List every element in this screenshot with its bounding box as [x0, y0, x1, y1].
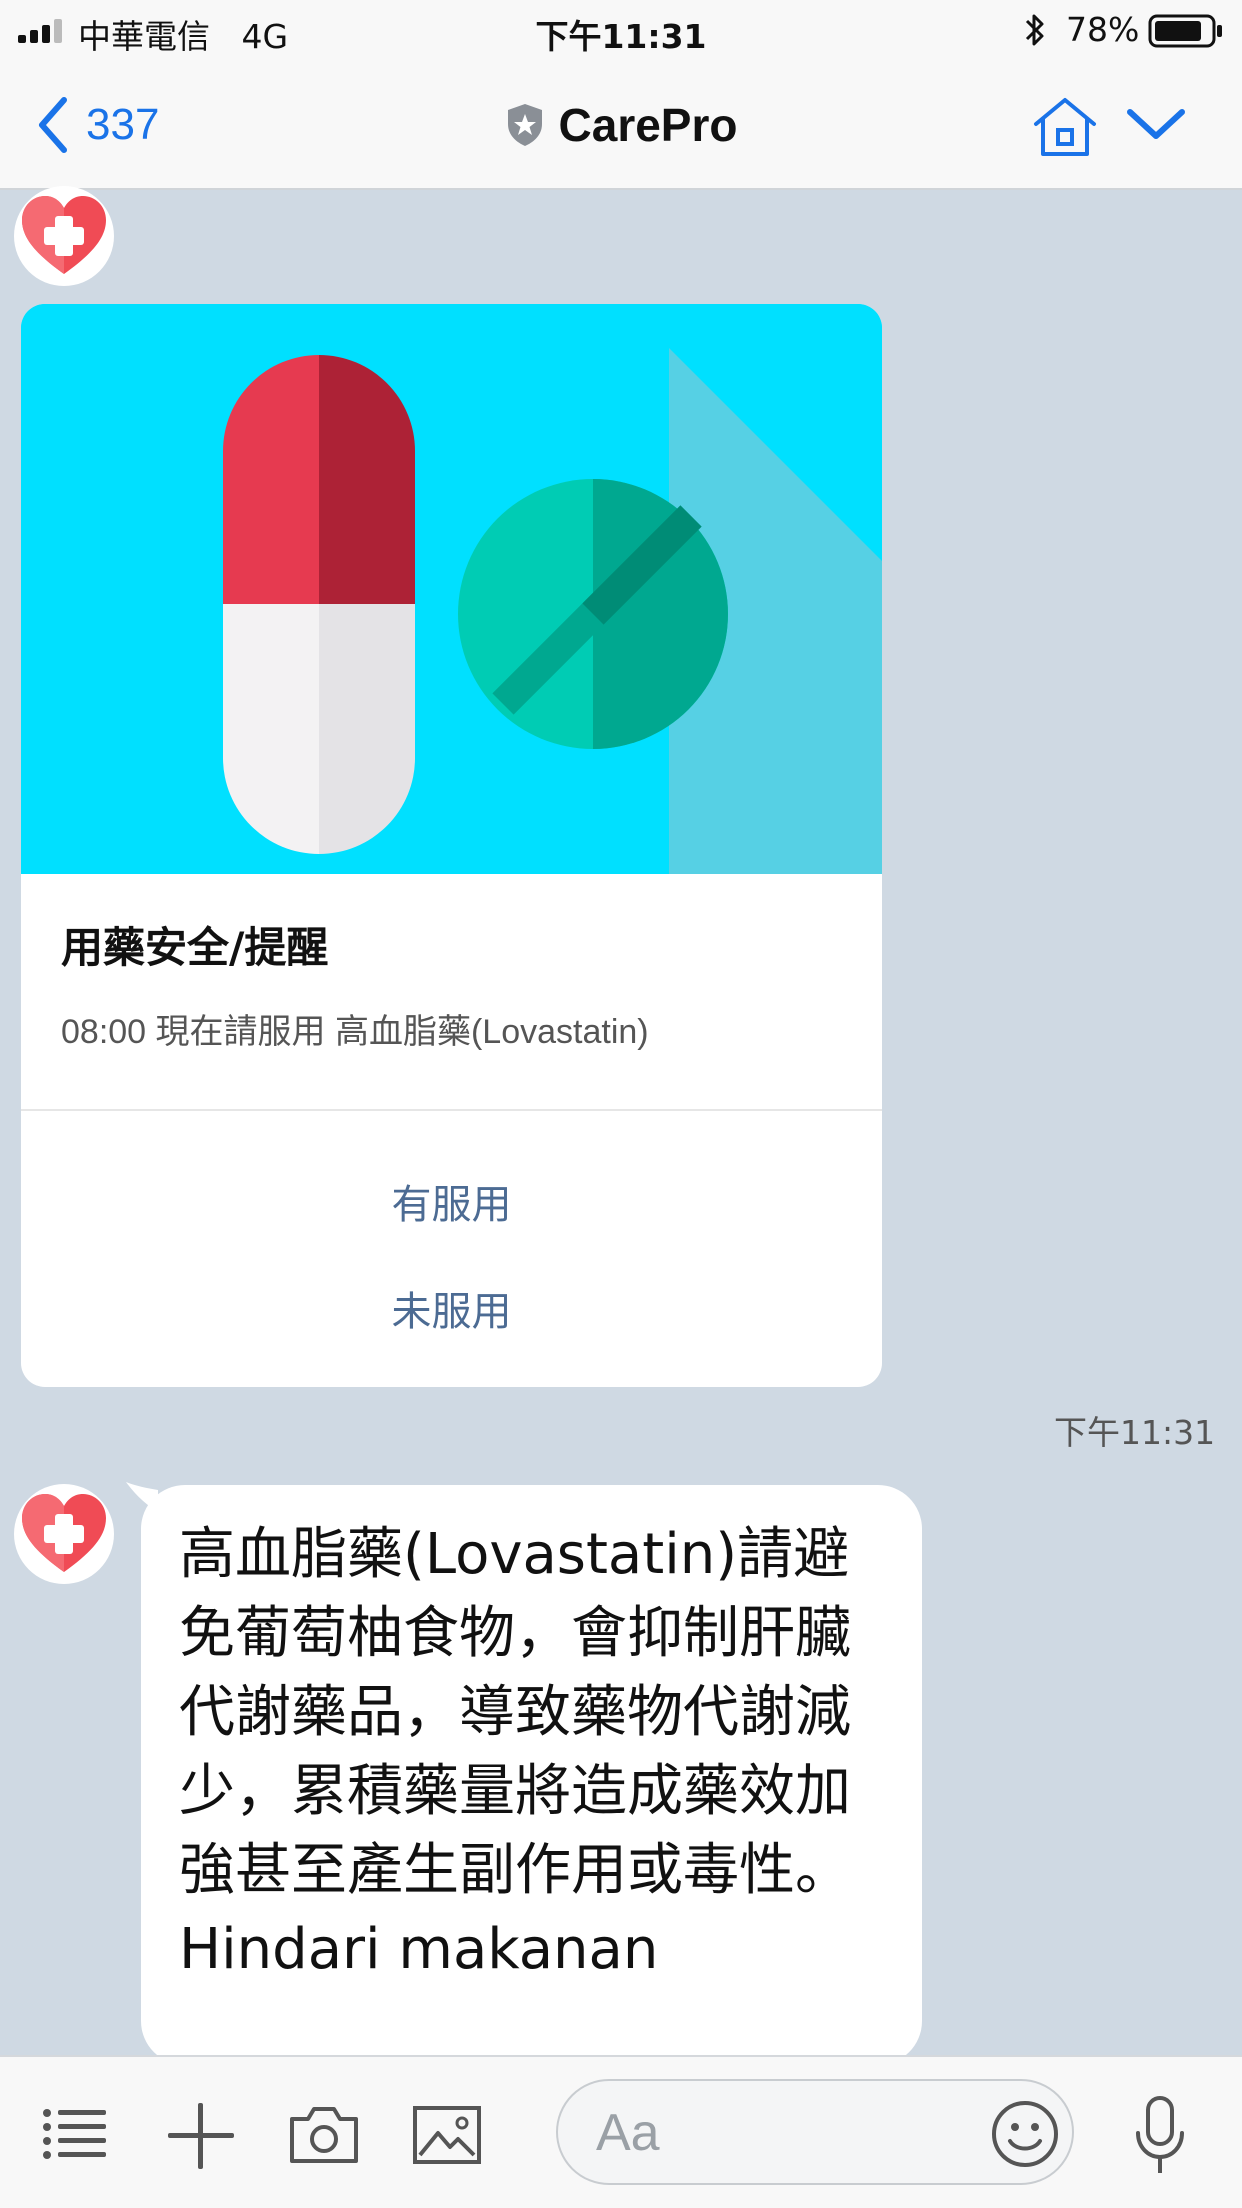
- card-reminder-text: 08:00 現在請服用 高血脂藥(Lovastatin): [61, 1013, 649, 1051]
- not-taken-button[interactable]: 未服用: [21, 1279, 882, 1337]
- verified-shield-icon: [507, 104, 542, 146]
- medication-reminder-card: 用藥安全/提醒 08:00 現在請服用 高血脂藥(Lovastatin) 有服用…: [21, 304, 882, 1387]
- heart-cross-logo: [22, 196, 106, 274]
- battery-percent: 78%: [1066, 10, 1140, 49]
- heart-cross-logo: [22, 1494, 106, 1572]
- bluetooth-icon: [1025, 14, 1044, 46]
- input-bar: Aa: [0, 2055, 1242, 2208]
- status-bar: 中華電信 4G 下午11:31 78%: [0, 0, 1242, 62]
- camera-icon[interactable]: [288, 2103, 360, 2165]
- card-divider: [21, 1109, 882, 1111]
- pill-illustration: [21, 304, 882, 874]
- nav-bar: 337 CarePro: [0, 62, 1242, 190]
- message-timestamp: 下午11:31: [1054, 1413, 1216, 1452]
- status-time: 下午11:31: [535, 17, 707, 56]
- message-input[interactable]: Aa: [556, 2079, 1074, 2185]
- image-icon[interactable]: [412, 2105, 482, 2165]
- bot-avatar[interactable]: [14, 186, 114, 286]
- taken-button[interactable]: 有服用: [21, 1172, 882, 1230]
- bot-avatar[interactable]: [14, 1484, 114, 1584]
- message-input-placeholder: Aa: [596, 2104, 660, 2162]
- battery-icon: [1148, 14, 1222, 48]
- message-text: 高血脂藥(Lovastatin)請避免葡萄柚食物，會抑制肝臟代謝藥品，導致藥物代…: [179, 1522, 851, 1982]
- emoji-icon[interactable]: [990, 2099, 1060, 2169]
- microphone-icon[interactable]: [1130, 2095, 1190, 2177]
- list-menu-icon[interactable]: [42, 2107, 108, 2163]
- plus-icon[interactable]: [166, 2101, 236, 2171]
- message-bubble[interactable]: 高血脂藥(Lovastatin)請避免葡萄柚食物，會抑制肝臟代謝藥品，導致藥物代…: [141, 1485, 922, 2065]
- card-title: 用藥安全/提醒: [61, 923, 329, 972]
- chat-title: CarePro: [558, 99, 738, 151]
- chevron-down-icon[interactable]: [1126, 106, 1186, 142]
- home-icon[interactable]: [1030, 94, 1100, 160]
